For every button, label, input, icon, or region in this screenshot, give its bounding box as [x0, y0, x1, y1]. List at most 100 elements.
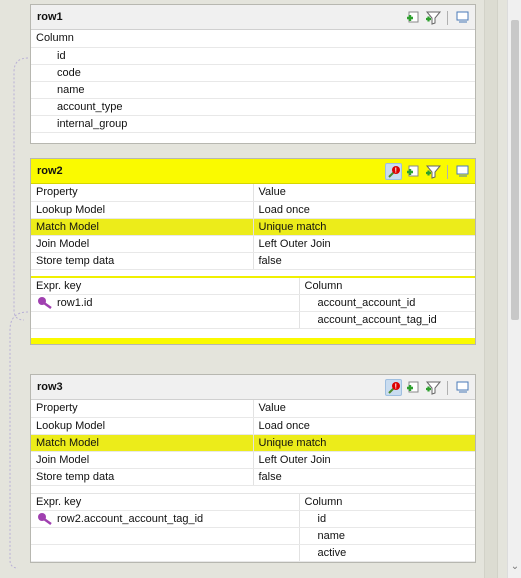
panel-title: row2 — [37, 165, 63, 177]
key-column: account_account_tag_id — [299, 311, 475, 329]
minimize-icon[interactable] — [454, 9, 471, 26]
table-row[interactable]: Store temp data false — [31, 252, 475, 270]
expr-key-cell[interactable] — [31, 527, 300, 545]
value-header: Value — [253, 400, 475, 418]
canvas-lane — [484, 0, 498, 578]
table-row[interactable]: name — [31, 81, 475, 99]
key-settings-icon[interactable]: ! — [385, 379, 402, 396]
lookup-panel-row1: row1 Column id code name account_type in… — [30, 4, 476, 144]
column-name: name — [31, 81, 475, 99]
svg-text:!: ! — [395, 168, 397, 175]
table-row[interactable]: account_type — [31, 98, 475, 116]
expr-key-value: row1.id — [57, 297, 93, 309]
key-icon — [38, 297, 52, 310]
table-row[interactable]: Join Model Left Outer Join — [31, 235, 475, 253]
properties-table: Property Value Lookup Model Load once Matc… — [31, 184, 475, 270]
minimize-icon[interactable] — [454, 163, 471, 180]
column-name: account_type — [31, 98, 475, 116]
toolbar-separator — [447, 164, 448, 179]
expr-key-cell[interactable]: row1.id — [31, 294, 300, 312]
property-name: Store temp data — [31, 468, 254, 486]
panel-toolbar: ! — [382, 379, 471, 396]
table-row[interactable]: Match Model Unique match — [31, 218, 475, 236]
left-gutter — [0, 0, 30, 578]
column-header: Column — [299, 493, 475, 511]
table-row[interactable]: row1.id account_account_id — [31, 294, 475, 312]
key-column: active — [299, 544, 475, 562]
column-name: code — [31, 64, 475, 82]
expr-key-header: Expr. key — [31, 493, 300, 511]
property-value[interactable]: Left Outer Join — [253, 235, 475, 253]
panel-footer — [31, 338, 475, 344]
table-row[interactable]: Join Model Left Outer Join — [31, 451, 475, 469]
canvas-right-area — [478, 0, 507, 578]
value-header: Value — [253, 184, 475, 202]
table-row[interactable]: row2.account_account_tag_id id — [31, 510, 475, 528]
scrollbar-thumb[interactable] — [511, 20, 519, 320]
filter-icon[interactable] — [425, 163, 442, 180]
key-icon — [38, 513, 52, 526]
panel-toolbar: ! — [382, 163, 471, 180]
table-row[interactable]: code — [31, 64, 475, 82]
add-row-icon[interactable] — [405, 9, 422, 26]
scroll-down-icon[interactable]: ⌄ — [510, 562, 520, 572]
property-header: Property — [31, 184, 254, 202]
property-name: Lookup Model — [31, 417, 254, 435]
property-value[interactable]: Load once — [253, 417, 475, 435]
table-row[interactable]: Store temp data false — [31, 468, 475, 486]
filter-icon[interactable] — [425, 9, 442, 26]
column-name: id — [31, 47, 475, 65]
property-value[interactable]: Unique match — [253, 434, 475, 452]
lookup-panel-row3: row3 ! Property Value Lookup Model Load on… — [30, 374, 476, 563]
expr-key-cell[interactable] — [31, 544, 300, 562]
property-value[interactable]: Unique match — [253, 218, 475, 236]
table-row[interactable]: Lookup Model Load once — [31, 417, 475, 435]
panel-toolbar — [402, 9, 471, 26]
column-list: Column id code name account_type interna… — [31, 30, 475, 133]
table-row[interactable]: Lookup Model Load once — [31, 201, 475, 219]
panel-title: row1 — [37, 11, 63, 23]
table-row[interactable]: name — [31, 527, 475, 545]
table-row[interactable]: internal_group — [31, 115, 475, 133]
expr-key-cell[interactable] — [31, 311, 300, 329]
lookup-panel-row2: row2 ! Property Value Lookup Model Load on… — [30, 158, 476, 345]
panel-header: row1 — [31, 5, 475, 30]
toolbar-separator — [447, 380, 448, 395]
key-settings-icon[interactable]: ! — [385, 163, 402, 180]
add-row-icon[interactable] — [405, 379, 422, 396]
table-row[interactable]: Match Model Unique match — [31, 434, 475, 452]
svg-text:!: ! — [395, 384, 397, 391]
column-header: Column — [299, 277, 475, 295]
filter-icon[interactable] — [425, 379, 442, 396]
table-row[interactable]: account_account_tag_id — [31, 311, 475, 329]
property-value[interactable]: false — [253, 468, 475, 486]
expr-key-header: Expr. key — [31, 277, 300, 295]
section-divider — [31, 485, 475, 494]
panel-header: row3 ! — [31, 375, 475, 400]
minimize-icon[interactable] — [454, 379, 471, 396]
property-name: Lookup Model — [31, 201, 254, 219]
property-value[interactable]: Load once — [253, 201, 475, 219]
panel-header: row2 ! — [31, 159, 475, 184]
connector-lines — [9, 57, 29, 569]
add-row-icon[interactable] — [405, 163, 422, 180]
expr-key-value: row2.account_account_tag_id — [57, 513, 204, 525]
property-value[interactable]: Left Outer Join — [253, 451, 475, 469]
panel-title: row3 — [37, 381, 63, 393]
vertical-scrollbar[interactable]: ⌄ — [507, 0, 521, 578]
table-row[interactable]: active — [31, 544, 475, 562]
key-column: account_account_id — [299, 294, 475, 312]
expression-keys-table: Expr. key Column row2.account_account_tag… — [31, 493, 475, 562]
key-column: name — [299, 527, 475, 545]
property-name: Store temp data — [31, 252, 254, 270]
expression-keys-table: Expr. key Column row1.id account_account_… — [31, 277, 475, 329]
property-name: Join Model — [31, 235, 254, 253]
property-value[interactable]: false — [253, 252, 475, 270]
property-header: Property — [31, 400, 254, 418]
column-header: Column — [31, 30, 475, 48]
property-name: Match Model — [31, 434, 254, 452]
expr-key-cell[interactable]: row2.account_account_tag_id — [31, 510, 300, 528]
table-row[interactable]: id — [31, 47, 475, 65]
properties-table: Property Value Lookup Model Load once Matc… — [31, 400, 475, 486]
property-name: Match Model — [31, 218, 254, 236]
